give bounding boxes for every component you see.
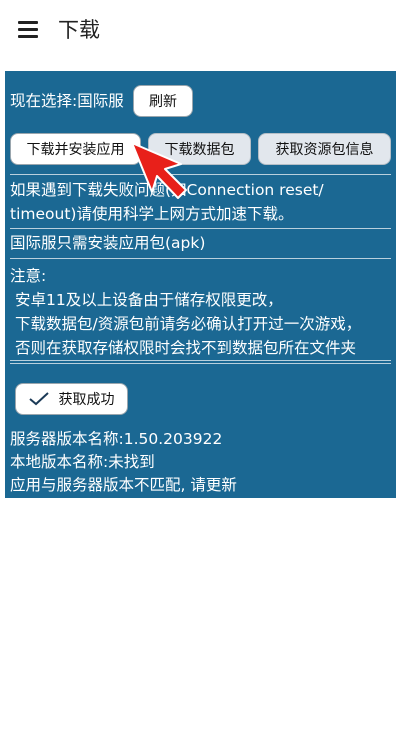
notice-title: 注意:: [10, 267, 47, 285]
hamburger-menu-icon[interactable]: [18, 21, 40, 39]
notice-line-3: 否则在获取存储权限时会找不到数据包所在文件夹: [15, 339, 357, 357]
local-version-label: 本地版本名称:未找到: [10, 453, 155, 471]
server-version-label: 服务器版本名称:1.50.203922: [10, 430, 223, 448]
app-bar: 下载: [0, 0, 400, 62]
download-panel: 现在选择:国际服 刷新 下载并安装应用 下载数据包 获取资源包信息 如果遇到下载…: [5, 71, 396, 498]
pointer-arrow-icon: [131, 142, 187, 199]
fetch-resource-info-button[interactable]: 获取资源包信息: [258, 133, 391, 165]
divider: [10, 258, 391, 259]
fetch-status-label: 获取成功: [58, 392, 115, 408]
current-selection-label: 现在选择:国际服: [10, 92, 124, 110]
fetch-status-button[interactable]: 获取成功: [15, 383, 128, 415]
notice-line-2: 下载数据包/资源包前请务必确认打开过一次游戏，: [15, 315, 362, 333]
divider: [10, 174, 391, 175]
apk-only-tip: 国际服只需安装应用包(apk): [10, 234, 206, 252]
notice-line-1: 安卓11及以上设备由于储存权限更改，: [15, 291, 283, 309]
version-mismatch-message: 应用与服务器版本不匹配, 请更新: [10, 476, 237, 494]
refresh-button[interactable]: 刷新: [133, 85, 193, 117]
page-title: 下载: [58, 18, 100, 42]
double-divider: [10, 360, 391, 364]
check-icon: [28, 392, 49, 406]
divider: [10, 228, 391, 229]
